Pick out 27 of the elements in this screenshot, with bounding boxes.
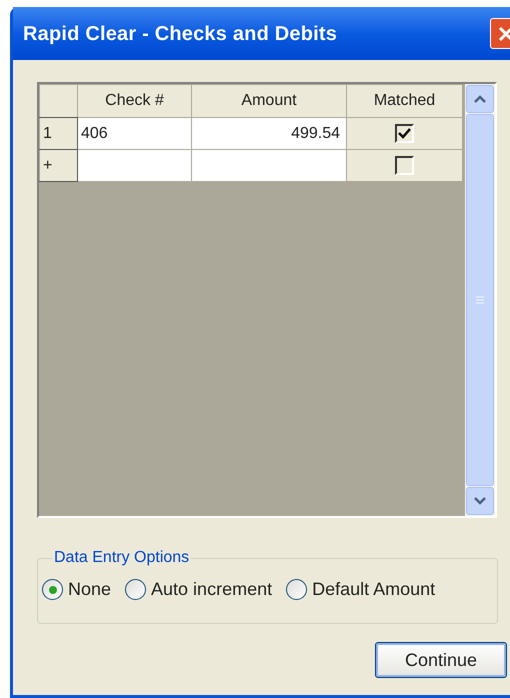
checkbox[interactable] xyxy=(395,124,414,143)
close-icon xyxy=(497,24,510,42)
chevron-up-icon xyxy=(474,95,486,103)
chevron-down-icon xyxy=(474,497,486,505)
table-cell: 499.54 xyxy=(291,124,340,142)
table-cell: 406 xyxy=(81,124,108,142)
column-header[interactable]: Matched xyxy=(346,84,462,118)
radio-button[interactable] xyxy=(125,579,146,600)
radio-button[interactable] xyxy=(286,579,308,600)
check-icon xyxy=(398,128,411,139)
radio-label[interactable]: Default Amount xyxy=(312,576,436,603)
row-header[interactable]: 1 xyxy=(40,118,78,150)
scrollbar[interactable] xyxy=(465,84,495,516)
scroll-up-button[interactable] xyxy=(466,85,494,113)
column-header[interactable]: Amount xyxy=(192,84,346,118)
scroll-thumb[interactable] xyxy=(466,114,494,486)
column-header[interactable]: Check # xyxy=(78,84,192,118)
grip-icon xyxy=(475,296,485,304)
window-title: Rapid Clear - Checks and Debits xyxy=(23,22,338,46)
row-header[interactable]: + xyxy=(40,150,78,182)
scroll-down-button[interactable] xyxy=(466,487,494,515)
checkbox[interactable] xyxy=(395,156,414,175)
radio-button[interactable] xyxy=(42,579,63,600)
group-title: Data Entry Options xyxy=(53,548,190,568)
radio-label[interactable]: Auto increment xyxy=(151,576,272,603)
radio-label[interactable]: None xyxy=(68,576,112,603)
continue-button[interactable]: Continue xyxy=(375,642,507,678)
